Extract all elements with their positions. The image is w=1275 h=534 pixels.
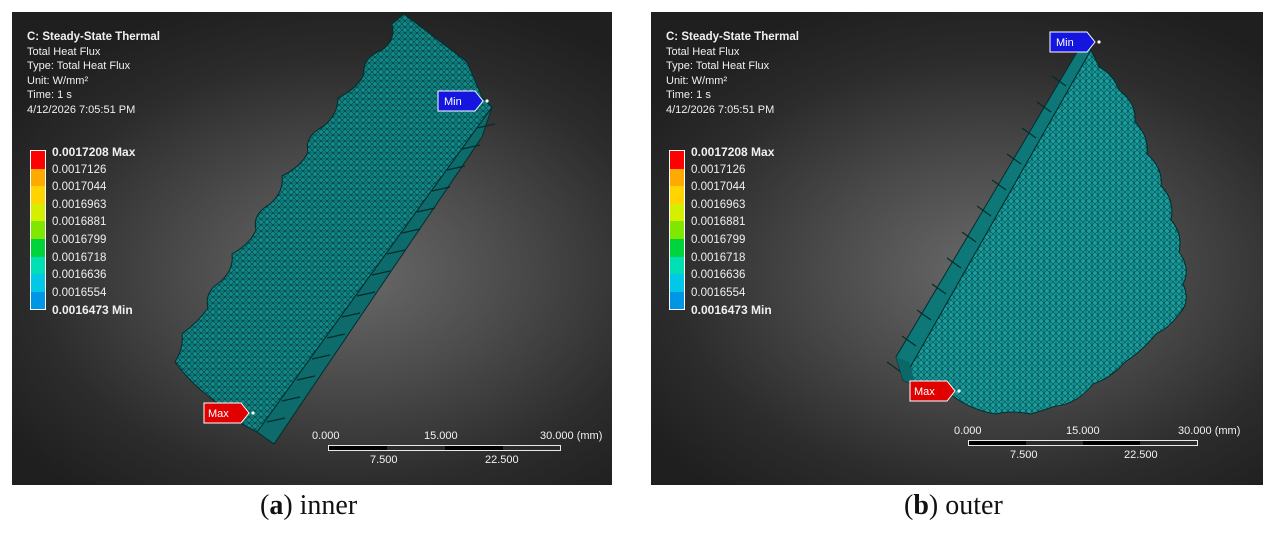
- min-probe-tag[interactable]: Min: [437, 90, 497, 114]
- result-name: Total Heat Flux: [666, 45, 740, 58]
- result-type: Type: Total Heat Flux: [27, 60, 131, 72]
- scale-bar: [968, 440, 1198, 446]
- min-probe-label: Min: [444, 96, 462, 108]
- result-info-block: C: Steady-State Thermal Total Heat Flux …: [27, 30, 160, 117]
- result-timestamp: 4/12/2026 7:05:51 PM: [666, 103, 775, 116]
- caption-text: inner: [299, 490, 358, 521]
- result-time: Time: 1 s: [27, 89, 72, 101]
- legend-swatch: [670, 238, 684, 257]
- scale-tick-7-5: 7.500: [1010, 449, 1038, 461]
- legend-swatch: [670, 168, 684, 187]
- legend-label: 0.0016799: [52, 233, 107, 246]
- legend-swatch: [670, 221, 684, 239]
- legend-swatch: [670, 203, 684, 222]
- legend-swatch: [670, 291, 684, 310]
- caption-letter: b: [913, 490, 929, 521]
- legend-swatch: [31, 221, 45, 239]
- legend-swatch: [31, 256, 45, 275]
- result-info-block: C: Steady-State Thermal Total Heat Flux …: [666, 30, 799, 117]
- scale-ruler: 0.000 15.000 30.000 (mm) 7.500 22.500: [954, 425, 1259, 475]
- scale-tick-15: 15.000: [424, 430, 458, 442]
- scale-tick-0: 0.000: [954, 425, 982, 437]
- legend-label: 0.0017044: [691, 181, 746, 194]
- scale-ruler: 0.000 15.000 30.000 (mm) 7.500 22.500: [312, 430, 612, 480]
- legend-swatch: [31, 168, 45, 187]
- legend-swatch: [31, 203, 45, 222]
- legend-color-bar: [30, 150, 46, 311]
- legend-label-max: 0.0017208 Max: [691, 145, 775, 159]
- legend-label: 0.0016963: [691, 198, 746, 211]
- legend-label-min: 0.0016473 Min: [52, 303, 133, 318]
- legend-color-bar: [669, 150, 685, 311]
- legend-label: 0.0017126: [691, 163, 746, 176]
- result-timestamp: 4/12/2026 7:05:51 PM: [27, 103, 136, 116]
- scale-tick-7-5: 7.500: [370, 454, 398, 466]
- max-probe-tag[interactable]: Max: [909, 380, 969, 404]
- legend-label: 0.0016554: [691, 286, 746, 299]
- legend-swatch: [670, 274, 684, 292]
- scale-tick-30: 30.000 (mm): [540, 430, 603, 442]
- result-name: Total Heat Flux: [27, 45, 101, 58]
- min-probe-label: Min: [1056, 37, 1074, 49]
- legend-label: 0.0016963: [52, 198, 107, 211]
- caption-outer: (b) outer: [904, 490, 1003, 521]
- scale-tick-15: 15.000: [1066, 425, 1100, 437]
- legend-label: 0.0016554: [52, 286, 107, 299]
- legend-label-min: 0.0016473 Min: [691, 303, 772, 318]
- legend-swatch: [670, 186, 684, 204]
- legend-swatch: [31, 291, 45, 310]
- scale-tick-22-5: 22.500: [1124, 449, 1158, 461]
- scale-tick-22-5: 22.500: [485, 454, 519, 466]
- legend-label: 0.0016636: [691, 269, 746, 282]
- legend-swatch: [31, 274, 45, 292]
- legend-label: 0.0016799: [691, 233, 746, 246]
- result-type: Type: Total Heat Flux: [666, 60, 770, 72]
- legend-swatch: [670, 151, 684, 169]
- max-probe-label: Max: [208, 408, 229, 420]
- analysis-title: C: Steady-State Thermal: [27, 31, 160, 43]
- legend-label: 0.0016881: [691, 216, 746, 229]
- legend-swatch: [31, 238, 45, 257]
- analysis-title: C: Steady-State Thermal: [666, 31, 799, 43]
- scale-tick-30: 30.000 (mm): [1178, 425, 1241, 437]
- result-viewport-inner[interactable]: C: Steady-State Thermal Total Heat Flux …: [12, 12, 612, 485]
- legend-label: 0.0016636: [52, 269, 107, 282]
- caption-text: outer: [945, 490, 1003, 521]
- result-time: Time: 1 s: [666, 89, 711, 101]
- legend-label: 0.0017044: [52, 181, 107, 194]
- result-viewport-outer[interactable]: C: Steady-State Thermal Total Heat Flux …: [651, 12, 1263, 485]
- max-probe-tag[interactable]: Max: [203, 402, 263, 426]
- legend-swatch: [31, 151, 45, 169]
- max-probe-label: Max: [914, 386, 935, 398]
- legend-label: 0.0016881: [52, 216, 107, 229]
- scale-bar: [328, 445, 561, 451]
- legend-swatch: [31, 186, 45, 204]
- legend-label: 0.0017126: [52, 163, 107, 176]
- legend-label-max: 0.0017208 Max: [52, 145, 136, 159]
- result-unit: Unit: W/mm²: [27, 74, 89, 87]
- scale-tick-0: 0.000: [312, 430, 340, 442]
- legend-swatch: [670, 256, 684, 275]
- legend-label: 0.0016718: [691, 251, 746, 264]
- caption-letter: a: [269, 490, 284, 521]
- result-unit: Unit: W/mm²: [666, 74, 728, 87]
- caption-inner: (a) inner: [260, 490, 358, 521]
- min-probe-tag[interactable]: Min: [1049, 31, 1109, 55]
- legend-label: 0.0016718: [52, 251, 107, 264]
